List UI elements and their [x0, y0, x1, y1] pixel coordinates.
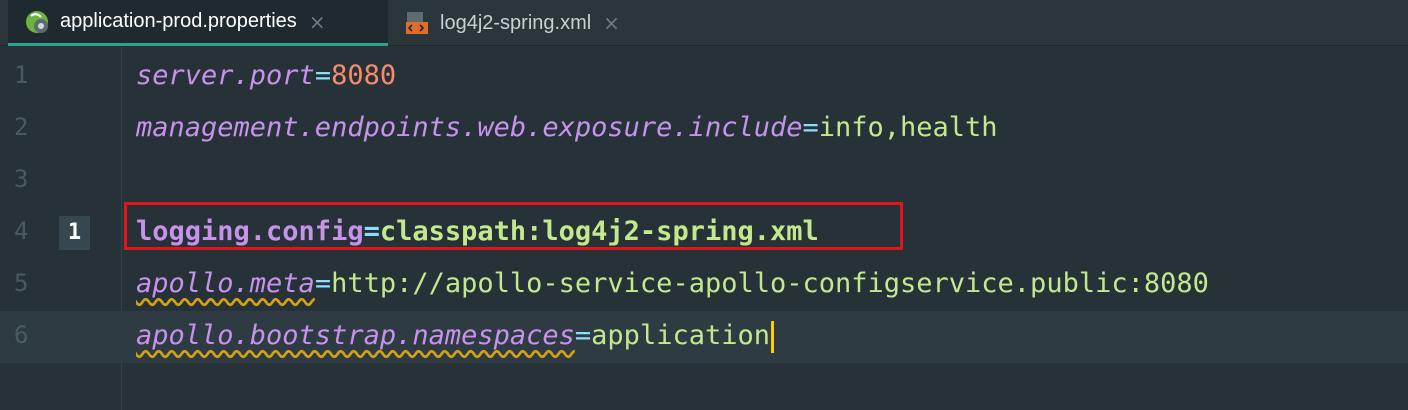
equals-sign: = [574, 320, 592, 351]
code-text: server.port=8080 [136, 60, 396, 91]
close-icon[interactable]: × [309, 10, 326, 34]
code-line-1[interactable]: 1 server.port=8080 [0, 51, 1408, 103]
highlight-box [124, 202, 903, 250]
equals-sign: = [314, 60, 332, 91]
code-line-5[interactable]: 5 apollo.meta=http://apollo-service-apol… [0, 259, 1408, 311]
property-key: management.endpoints.web.exposure.includ… [136, 112, 803, 143]
code-line-2[interactable]: 2 management.endpoints.web.exposure.incl… [0, 103, 1408, 155]
line-number: 1 [14, 61, 29, 89]
code-editor[interactable]: 1 server.port=8080 2 management.endpoint… [0, 47, 1408, 410]
line-number: 3 [14, 165, 29, 193]
tab-label: log4j2-spring.xml [440, 11, 592, 34]
line-number: 2 [14, 113, 29, 141]
spring-properties-icon [26, 10, 48, 33]
tab-application-prod-properties[interactable]: application-prod.properties × [8, 0, 388, 46]
line-number: 6 [14, 321, 29, 349]
code-text: management.endpoints.web.exposure.includ… [136, 112, 998, 143]
property-key: apollo.bootstrap.namespaces [136, 320, 575, 351]
property-value: 8080 [331, 60, 397, 91]
editor-tab-bar: application-prod.properties × log4j2-spr… [0, 0, 1408, 46]
code-line-3[interactable]: 3 [0, 155, 1408, 207]
text-caret [770, 320, 774, 353]
tab-label: application-prod.properties [60, 10, 297, 32]
property-value: info,health [818, 112, 998, 143]
line-number: 5 [14, 269, 29, 297]
xml-file-icon [406, 12, 428, 34]
equals-sign: = [314, 268, 332, 299]
equals-sign: = [802, 112, 819, 143]
code-text: apollo.bootstrap.namespaces=application [136, 320, 774, 353]
close-icon[interactable]: × [603, 11, 620, 35]
property-key: apollo.meta [136, 268, 315, 299]
gutter-marker[interactable]: 1 [59, 216, 90, 250]
line-number: 4 [14, 217, 29, 245]
property-value: http://apollo-service-apollo-configservi… [331, 268, 1209, 299]
property-value: application [591, 320, 770, 351]
code-line-6[interactable]: 6 apollo.bootstrap.namespaces=applicatio… [0, 311, 1408, 363]
code-text: apollo.meta=http://apollo-service-apollo… [136, 268, 1209, 299]
property-key: server.port [136, 60, 315, 91]
tab-log4j2-spring-xml[interactable]: log4j2-spring.xml × [396, 0, 668, 46]
